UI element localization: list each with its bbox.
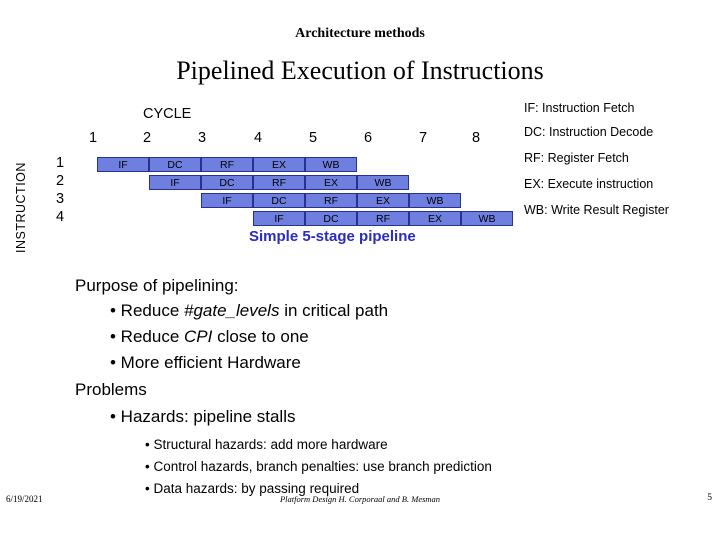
legend-item-rf: RF: Register Fetch (524, 151, 629, 165)
pipeline-cell: DC (253, 193, 305, 208)
slide-title: Pipelined Execution of Instructions (176, 56, 544, 85)
footer-page-number: 5 (707, 493, 712, 503)
cycle-number-4: 4 (254, 130, 263, 146)
pipeline-cell: IF (253, 211, 305, 226)
cycle-number-1: 1 (89, 130, 98, 146)
pipeline-cell: WB (409, 193, 461, 208)
bullet2-pre: • Reduce (110, 327, 184, 346)
bullet1-pre: • Reduce (110, 301, 184, 320)
instruction-number-3: 3 (56, 191, 65, 207)
pipeline-cell: EX (305, 175, 357, 190)
bullet-hazards: • Hazards: pipeline stalls (110, 407, 296, 426)
pipeline-cell: WB (305, 157, 357, 172)
legend-item-dc: DC: Instruction Decode (524, 125, 654, 139)
purpose-heading: Purpose of pipelining: (75, 276, 239, 295)
pipeline-cell: IF (149, 175, 201, 190)
bullet2-post: close to one (212, 327, 309, 346)
bullet-efficient-hardware: • More efficient Hardware (110, 353, 301, 372)
pipeline-cell: EX (409, 211, 461, 226)
cycle-axis-label: CYCLE (143, 106, 192, 122)
pipeline-cell: IF (97, 157, 149, 172)
cycle-number-6: 6 (364, 130, 373, 146)
cycle-number-8: 8 (472, 130, 481, 146)
pipeline-cell: RF (253, 175, 305, 190)
pipeline-cell: WB (461, 211, 513, 226)
pipeline-cell: DC (149, 157, 201, 172)
cycle-number-5: 5 (309, 130, 318, 146)
instruction-number-1: 1 (56, 155, 65, 171)
cycle-number-2: 2 (143, 130, 152, 146)
slide-subtitle: Architecture methods (295, 26, 425, 41)
sub-bullet-control-hazards: • Control hazards, branch penalties: use… (145, 459, 492, 474)
bullet-reduce-cpi: • Reduce CPI close to one (110, 327, 309, 347)
bullet1-emphasis: #gate_levels (184, 301, 280, 320)
instruction-number-2: 2 (56, 173, 65, 189)
legend-item-ex: EX: Execute instruction (524, 177, 654, 191)
problems-heading: Problems (75, 380, 147, 399)
bullet-reduce-gate-levels: • Reduce #gate_levels in critical path (110, 301, 388, 321)
pipeline-cell: WB (357, 175, 409, 190)
pipeline-cell: IF (201, 193, 253, 208)
sub-bullet-structural-hazards: • Structural hazards: add more hardware (145, 437, 388, 452)
bullet1-post: in critical path (279, 301, 389, 320)
pipeline-cell: EX (253, 157, 305, 172)
bullet2-emphasis: CPI (184, 327, 213, 346)
slide-canvas: Architecture methods Pipelined Execution… (0, 0, 720, 540)
pipeline-cell: DC (201, 175, 253, 190)
legend-item-if: IF: Instruction Fetch (524, 101, 635, 115)
pipeline-cell: RF (357, 211, 409, 226)
instruction-axis-label: INSTRUCTION (14, 162, 28, 254)
instruction-number-4: 4 (56, 209, 65, 225)
pipeline-cell: EX (357, 193, 409, 208)
cycle-number-7: 7 (419, 130, 428, 146)
pipeline-cell: RF (201, 157, 253, 172)
pipeline-caption: Simple 5-stage pipeline (249, 228, 416, 245)
footer-credits: Platform Design H. Corporaal and B. Mesm… (279, 494, 441, 504)
pipeline-cell: RF (305, 193, 357, 208)
pipeline-cell: DC (305, 211, 357, 226)
legend-item-wb: WB: Write Result Register (524, 203, 669, 217)
cycle-number-3: 3 (198, 130, 207, 146)
